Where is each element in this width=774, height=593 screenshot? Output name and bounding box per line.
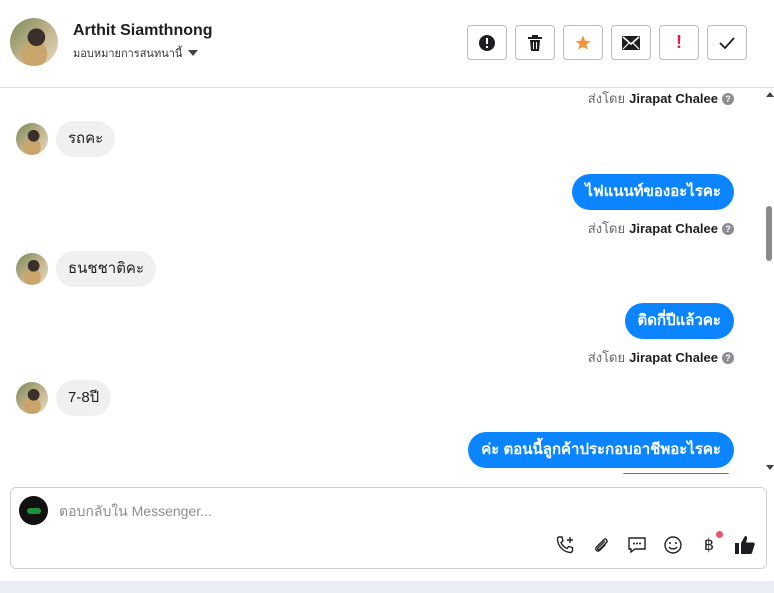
message-thread: ส่งโดย Jirapat Chalee ? รถคะ ไฟแนนท์ของอ… <box>0 88 764 474</box>
envelope-icon <box>622 35 640 50</box>
sender-name: Jirapat Chalee <box>629 221 718 236</box>
reply-composer: ฿ <box>10 487 767 569</box>
mark-unread-button[interactable] <box>611 25 651 60</box>
attachment-icon[interactable] <box>590 534 612 556</box>
sent-by-prefix: ส่งโดย <box>587 221 626 236</box>
scroll-down-arrow-icon[interactable] <box>766 465 774 470</box>
incoming-message: 7-8ปี <box>16 380 112 416</box>
scroll-up-arrow-icon[interactable] <box>766 92 774 97</box>
sender-name: Jirapat Chalee <box>629 350 718 365</box>
payment-icon[interactable]: ฿ <box>698 531 723 556</box>
help-icon[interactable]: ? <box>722 351 734 364</box>
notification-dot <box>716 531 723 538</box>
star-button[interactable] <box>563 25 603 60</box>
page-avatar <box>19 496 48 525</box>
incoming-bubble[interactable]: รถคะ <box>56 121 116 157</box>
sent-by-prefix: ส่งโดย <box>587 91 626 106</box>
footer-strip <box>0 581 774 593</box>
saved-reply-icon[interactable] <box>626 534 648 556</box>
mark-done-button[interactable] <box>707 25 747 60</box>
assign-label: มอบหมายการสนทนานี้ <box>73 48 183 60</box>
exclamation-circle-icon <box>479 34 495 51</box>
star-icon <box>575 35 591 50</box>
emoji-icon[interactable] <box>662 534 684 556</box>
trash-icon <box>528 34 542 51</box>
caret-down-icon <box>188 50 199 56</box>
report-button[interactable] <box>467 25 507 60</box>
incoming-message: ธนชชาติคะ <box>16 251 157 287</box>
contact-name[interactable]: Arthit Siamthnong <box>73 22 213 40</box>
contact-avatar[interactable] <box>10 18 58 66</box>
incoming-bubble[interactable]: ธนชชาติคะ <box>56 251 157 287</box>
delete-button[interactable] <box>515 25 555 60</box>
incoming-bubble[interactable]: 7-8ปี <box>56 380 112 416</box>
incoming-message: รถคะ <box>16 121 116 157</box>
help-icon[interactable]: ? <box>722 92 734 105</box>
contact-avatar-small <box>16 382 48 414</box>
sent-by-prefix: ส่งโดย <box>587 350 626 365</box>
sender-name: Jirapat Chalee <box>629 91 718 106</box>
exclamation-icon: ! <box>676 32 682 52</box>
check-icon <box>719 36 735 49</box>
contact-avatar-small <box>16 123 48 155</box>
assign-conversation-dropdown[interactable]: มอบหมายการสนทนานี้ <box>73 44 199 62</box>
outgoing-bubble[interactable]: ไฟแนนท์ของอะไรคะ <box>572 174 734 210</box>
call-add-icon[interactable] <box>554 534 576 556</box>
outgoing-bubble[interactable]: ติดกี่ปีแล้วคะ <box>624 303 734 339</box>
baht-glyph: ฿ <box>703 537 715 554</box>
reply-input[interactable] <box>59 502 719 520</box>
sent-by-label: ส่งโดย Jirapat Chalee ? <box>588 88 734 109</box>
spam-button[interactable]: ! <box>659 25 699 60</box>
composer-tools: ฿ <box>554 531 756 556</box>
sent-by-label: ส่งโดย Jirapat Chalee ? <box>588 218 734 239</box>
outgoing-bubble[interactable]: ค่ะ ตอนนี้ลูกค้าประกอบอาชีพอะไรคะ <box>468 432 734 468</box>
like-icon[interactable] <box>734 534 756 556</box>
scroll-thumb[interactable] <box>766 206 772 261</box>
thread-scrollbar[interactable] <box>764 88 774 474</box>
help-icon[interactable]: ? <box>722 222 734 235</box>
conversation-header: Arthit Siamthnong มอบหมายการสนทนานี้ ! <box>0 0 774 88</box>
sent-by-label: ส่งโดย Jirapat Chalee ? <box>588 347 734 368</box>
contact-avatar-small <box>16 253 48 285</box>
next-bubble-peek <box>621 473 731 474</box>
header-actions: ! <box>467 25 747 60</box>
